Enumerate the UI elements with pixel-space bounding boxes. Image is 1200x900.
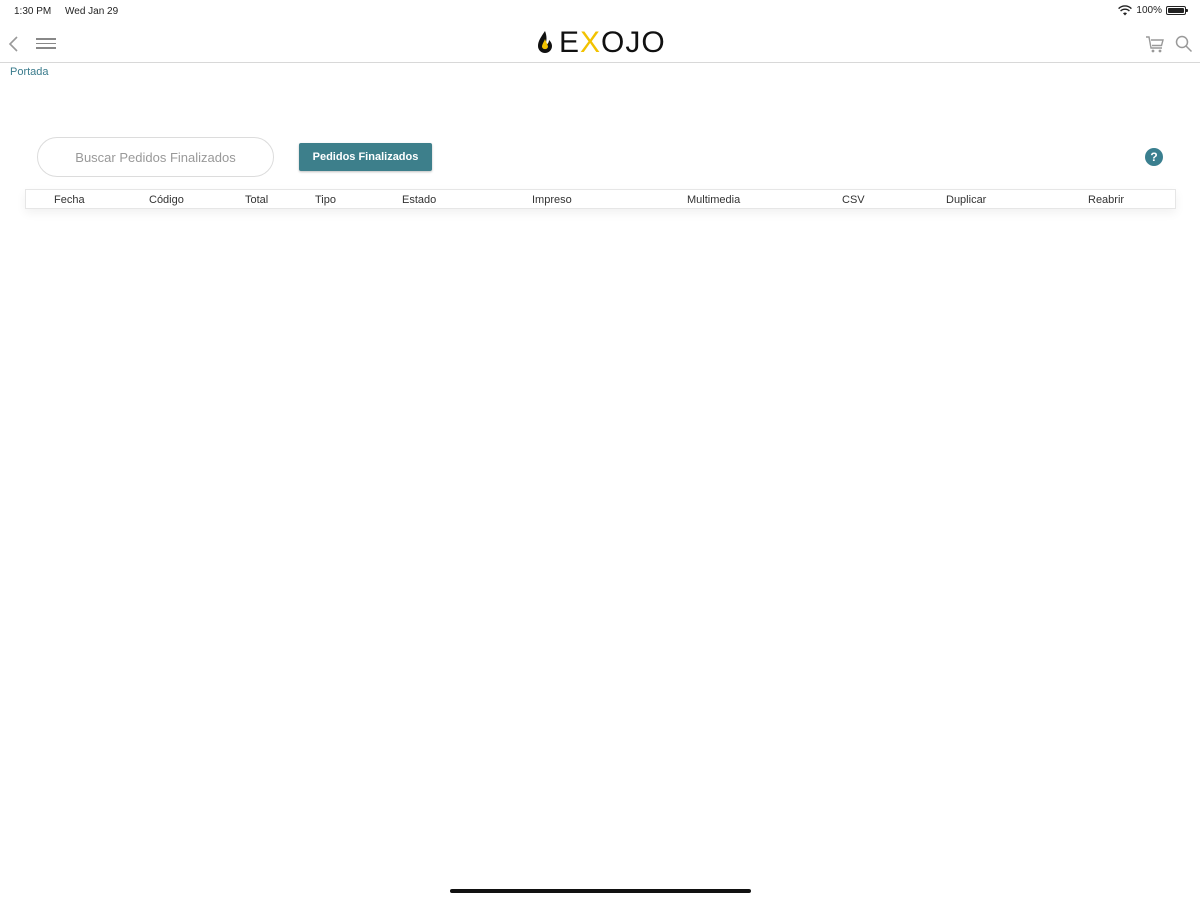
back-chevron-icon[interactable]	[6, 34, 22, 54]
column-header-estado: Estado	[402, 194, 437, 206]
column-header-total: Total	[245, 194, 269, 206]
column-header-csv: CSV	[842, 194, 865, 206]
logo: EXOJO	[535, 26, 666, 60]
search-icon[interactable]	[1174, 34, 1194, 54]
logo-letters-ojo: OJO	[601, 26, 666, 59]
cart-icon[interactable]	[1144, 34, 1166, 54]
status-time: 1:30 PM	[14, 6, 52, 17]
column-header-fecha: Fecha	[54, 194, 85, 206]
help-icon[interactable]: ?	[1145, 148, 1163, 166]
battery-percent: 100%	[1136, 5, 1162, 16]
finished-orders-button[interactable]: Pedidos Finalizados	[299, 143, 432, 171]
flame-drop-icon	[538, 31, 552, 53]
search-input[interactable]	[37, 137, 274, 177]
logo-letter-x: X	[580, 26, 602, 59]
logo-letter-e: E	[559, 26, 581, 59]
app-screen: 1:30 PM Wed Jan 29 100% EXOJO Portada Bu…	[0, 0, 1200, 900]
breadcrumb-home-link[interactable]: Portada	[10, 66, 49, 78]
column-header-multimedia: Multimedia	[687, 194, 741, 206]
battery-icon	[1166, 6, 1188, 15]
column-header-tipo: Tipo	[315, 194, 336, 206]
hamburger-menu-icon[interactable]	[36, 35, 56, 53]
status-date: Wed Jan 29	[65, 6, 119, 17]
column-header-codigo: Código	[149, 194, 184, 206]
column-header-reabrir: Reabrir	[1088, 194, 1125, 206]
wifi-icon	[1118, 5, 1133, 16]
status-right: 100%	[1118, 5, 1188, 16]
orders-table-header: Fecha Código Total Tipo Estado Impreso M…	[25, 189, 1176, 209]
column-header-impreso: Impreso	[532, 194, 572, 206]
status-bar: 1:30 PM Wed Jan 29 100%	[0, 0, 1200, 22]
nav-bar: EXOJO	[0, 22, 1200, 63]
logo-text: EXOJO	[559, 26, 666, 60]
home-indicator[interactable]	[450, 889, 751, 893]
column-header-duplicar: Duplicar	[946, 194, 987, 206]
